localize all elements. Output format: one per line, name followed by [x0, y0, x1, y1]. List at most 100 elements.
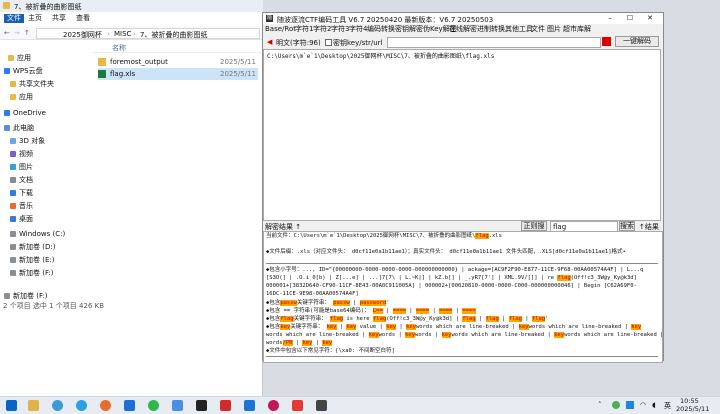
nav-item[interactable]: 应用	[0, 52, 100, 64]
app-icon[interactable]	[244, 400, 255, 411]
tool-menu-item[interactable]: 其他工具	[505, 25, 533, 34]
back-arrow-icon[interactable]: ←	[4, 29, 10, 37]
tool-menu-item[interactable]: 字符3	[331, 25, 349, 34]
checkbox[interactable]	[325, 39, 332, 46]
file-row[interactable]: foremost_output 2025/5/11	[98, 56, 256, 68]
regex-search-button[interactable]: 正则搜	[521, 221, 547, 231]
nav-item[interactable]: 3D 对象	[0, 135, 102, 147]
menu-view[interactable]: 查看	[76, 14, 90, 23]
tool-menu-item[interactable]: 文件	[531, 25, 545, 34]
highlight-match: key	[441, 332, 452, 338]
nav-item[interactable]: 此电脑	[0, 122, 96, 134]
nav-item[interactable]: 应用	[0, 91, 102, 103]
up-arrow-icon[interactable]: ↑	[24, 29, 30, 37]
nav-item[interactable]: Windows (C:)	[0, 228, 102, 240]
breadcrumb[interactable]: 2025御网杯 › MISC › 7、被折叠的曲影图纸	[36, 28, 260, 39]
output-text: 关键字符串：	[290, 324, 327, 330]
windows-start-icon[interactable]	[6, 400, 17, 411]
taskbar: ˄ ◠ ◖ 英 10:55 2025/5/11	[0, 396, 720, 414]
highlight-match: key	[368, 332, 379, 338]
menu-home[interactable]: 主页	[28, 14, 42, 23]
app-icon[interactable]	[268, 400, 279, 411]
tray-icon[interactable]	[626, 401, 634, 409]
nav-item[interactable]: 音乐	[0, 200, 102, 212]
tool-menu-item[interactable]: 图片	[547, 25, 561, 34]
arrow-left-icon[interactable]: ◀	[267, 38, 272, 46]
ctf-tool-taskbar-icon[interactable]	[196, 400, 207, 411]
chevron-up-icon[interactable]: ˄	[598, 401, 602, 409]
one-click-decode-button[interactable]: 一键解码	[615, 36, 659, 47]
tool-menu-item[interactable]: 超市库解	[563, 25, 591, 34]
highlight-match: passw	[333, 300, 350, 306]
app-icon[interactable]	[172, 400, 183, 411]
title-bar: 隨 随波逐流CTF编码工具 V6.7 20250420 最新版本：V6.7 20…	[263, 13, 663, 24]
close-icon[interactable]: ✕	[643, 14, 657, 22]
highlight-match: password	[359, 300, 387, 306]
nav-item[interactable]: 下载	[0, 187, 102, 199]
menu-share[interactable]: 共享	[52, 14, 66, 23]
output-text: .xls	[488, 233, 502, 239]
output-line: [S3O(] | .O.i 0[b) | Z[...e] | ...]7[7\ …	[266, 275, 637, 283]
output-text: ◆文件后缀：.xls（对应文件头： d0cf11e0a1b11ae1）；真实文件…	[266, 249, 626, 255]
tool-menu-item[interactable]: 字符1	[295, 25, 313, 34]
tool-menu-item[interactable]: 编码转换	[367, 25, 395, 34]
forward-arrow-icon[interactable]: →	[14, 29, 20, 37]
highlight-match: ====	[415, 308, 430, 314]
file-row[interactable]: flag.xls 2025/5/11	[98, 68, 258, 80]
file-explorer-icon[interactable]	[28, 400, 39, 411]
tool-menu-item[interactable]: Base/Rot	[265, 25, 296, 34]
language-indicator[interactable]: 英	[664, 401, 671, 411]
nav-item[interactable]: WPS云盘	[0, 65, 96, 77]
nav-item[interactable]: 图片	[0, 161, 102, 173]
tool-menu-item[interactable]: 字符2	[313, 25, 331, 34]
browser-icon[interactable]	[76, 400, 87, 411]
nav-item[interactable]: 共享文件夹	[0, 78, 102, 90]
output-textarea[interactable]: 当前文件：C:\Users\m`e`1\Desktop\2025御网杯\MISC…	[263, 231, 663, 363]
wechat-icon[interactable]	[148, 400, 159, 411]
tool-menu-item[interactable]: 进制转换	[477, 25, 505, 34]
network-icon[interactable]: ◠	[640, 401, 646, 409]
maximize-icon[interactable]: ☐	[623, 14, 637, 22]
nav-item[interactable]: 新加卷 (D:)	[0, 241, 102, 253]
nav-item[interactable]: 新加卷 (F:)	[0, 267, 102, 279]
breadcrumb-item[interactable]: 7、被折叠的曲影图纸	[140, 30, 207, 40]
output-text: words which are line-breaked |	[564, 332, 663, 338]
nav-item[interactable]: OneDrive	[0, 107, 96, 119]
firefox-icon[interactable]	[100, 400, 111, 411]
highlight-match: flag	[329, 316, 344, 322]
highlight-match: flag	[531, 316, 546, 322]
column-name[interactable]: 名称	[112, 43, 126, 53]
app-icon[interactable]	[124, 400, 135, 411]
highlight-match: passw	[280, 300, 297, 306]
menu-file[interactable]: 文件	[4, 14, 24, 23]
minimize-icon[interactable]: –	[603, 14, 617, 22]
cloud-icon	[4, 68, 10, 74]
tool-menu-item[interactable]: 在线解密	[449, 25, 477, 34]
nav-item-label: 音乐	[19, 202, 33, 210]
nav-item[interactable]: 桌面	[0, 213, 102, 225]
red-color-icon[interactable]	[602, 37, 611, 46]
key-input[interactable]	[387, 37, 601, 48]
tray-icon[interactable]	[612, 401, 620, 409]
breadcrumb-item[interactable]: MISC	[114, 30, 131, 38]
nav-item[interactable]: 文档	[0, 174, 102, 186]
clock-date[interactable]: 2025/5/11	[676, 405, 709, 413]
output-text: is here	[343, 316, 373, 322]
nav-item[interactable]: 视频	[0, 148, 102, 160]
breadcrumb-item[interactable]: 2025御网杯	[63, 30, 102, 40]
app-icon[interactable]	[220, 400, 231, 411]
terminal-icon[interactable]	[316, 400, 327, 411]
nav-item[interactable]: 新加卷 (E:)	[0, 254, 102, 266]
address-bar[interactable]: ← → ↑ 2025御网杯 › MISC › 7、被折叠的曲影图纸	[0, 26, 263, 40]
search-button[interactable]: 搜索	[619, 221, 635, 231]
explorer-tab-title[interactable]: 7、被折叠的曲影图纸	[14, 2, 81, 12]
clock-time[interactable]: 10:55	[680, 397, 699, 405]
volume-icon[interactable]: ◖	[652, 401, 656, 409]
highlight-match: flag	[475, 233, 489, 239]
tool-menu-item[interactable]: 字符4	[349, 25, 367, 34]
edge-browser-icon[interactable]	[52, 400, 63, 411]
tool-menu-item[interactable]: 密钥解密	[395, 25, 423, 34]
input-textarea[interactable]: C:\Users\m`e`1\Desktop\2025御网杯\MISC\7、被折…	[263, 49, 661, 221]
nav-item-label: 应用	[19, 93, 33, 101]
wps-icon[interactable]	[292, 400, 303, 411]
